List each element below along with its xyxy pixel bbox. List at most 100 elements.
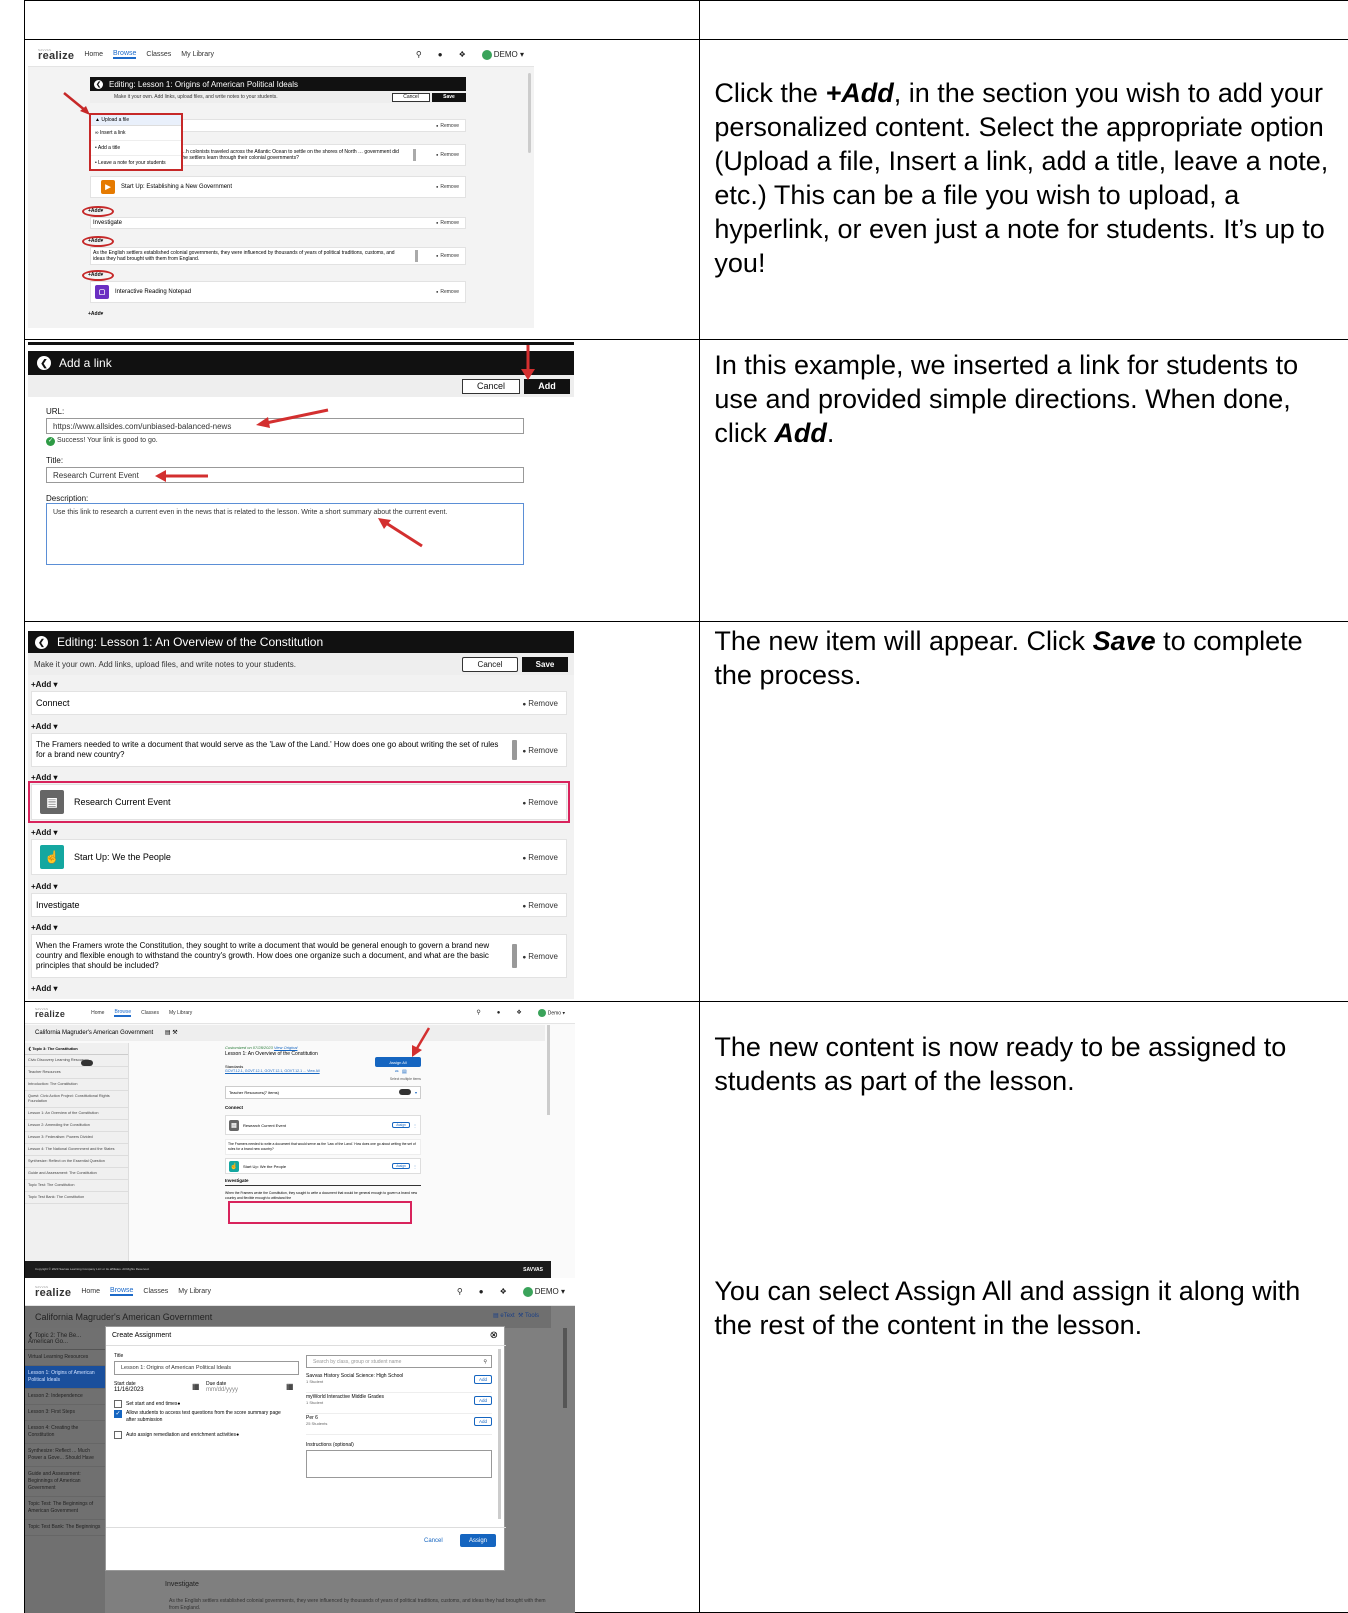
add-menu-trigger[interactable]: +Add ▾ bbox=[31, 722, 57, 731]
calendar-icon[interactable]: ▦ bbox=[286, 1382, 294, 1391]
tools-link[interactable]: ⚒ Tools bbox=[518, 1313, 539, 1319]
sidebar-item[interactable]: Virtual Learning Resources bbox=[25, 1350, 105, 1366]
remove-button[interactable]: Remove bbox=[522, 901, 558, 910]
sidebar-item[interactable]: Lesson 2: Amending the Constitution bbox=[25, 1120, 128, 1132]
standards-links[interactable]: GOVT.12.1, GOVT.12.1, GOVT.12.1, GOVT.12… bbox=[225, 1069, 421, 1073]
sidebar-item[interactable]: Guide and Assessment: The Constitution bbox=[25, 1168, 128, 1180]
menu-upload-file[interactable]: ▲ Upload a file bbox=[91, 115, 181, 126]
topic-header[interactable]: ❮ Topic 3: The Constitution bbox=[25, 1043, 128, 1055]
checkbox-auto-assign[interactable]: Auto assign remediation and enrichment a… bbox=[114, 1431, 239, 1439]
remove-button[interactable]: Remove bbox=[436, 253, 459, 259]
bell-icon[interactable]: ● bbox=[479, 1287, 484, 1296]
remove-button[interactable]: Remove bbox=[522, 699, 558, 708]
cancel-button[interactable]: Cancel bbox=[392, 93, 430, 102]
nav-classes[interactable]: Classes bbox=[141, 1010, 159, 1016]
add-menu-trigger[interactable]: +Add ▾ bbox=[31, 984, 57, 993]
sidebar-item[interactable]: Lesson 1: An Overview of the Constitutio… bbox=[25, 1108, 128, 1120]
cancel-button[interactable]: Cancel bbox=[462, 657, 518, 672]
nav-browse[interactable]: Browse bbox=[114, 1009, 131, 1017]
add-class-button[interactable]: Add bbox=[474, 1375, 492, 1384]
sidebar-item[interactable]: Topic Test Bank: The Beginnings bbox=[25, 1520, 105, 1536]
menu-insert-link[interactable]: ∞ Insert a link bbox=[91, 126, 181, 141]
book-icon[interactable]: ▤ bbox=[165, 1030, 171, 1036]
menu-leave-note[interactable]: • Leave a note for your students bbox=[91, 156, 181, 170]
instructions-textarea[interactable] bbox=[306, 1450, 492, 1478]
add-class-button[interactable]: Add bbox=[474, 1396, 492, 1405]
nav-classes[interactable]: Classes bbox=[146, 51, 171, 58]
sidebar-item[interactable]: Lesson 4: Creating the Constitution bbox=[25, 1421, 105, 1444]
search-icon[interactable]: ⚲ bbox=[476, 1009, 480, 1016]
remove-button[interactable]: Remove bbox=[522, 952, 558, 961]
scrollbar[interactable] bbox=[528, 73, 531, 153]
sidebar-item[interactable]: Civic Discovery Learning Resources bbox=[25, 1055, 128, 1067]
user-menu[interactable]: DEMO ▾ bbox=[523, 1287, 565, 1297]
back-icon[interactable]: ❮ bbox=[35, 636, 48, 649]
close-icon[interactable]: ⊗ bbox=[490, 1330, 498, 1341]
nav-home[interactable]: Home bbox=[91, 1010, 104, 1016]
class-search-input[interactable]: Search by class, group or student name⚲ bbox=[306, 1355, 492, 1368]
nav-home[interactable]: Home bbox=[81, 1288, 100, 1295]
sidebar-item[interactable]: Topic Test: The Constitution bbox=[25, 1180, 128, 1192]
save-button[interactable]: Save bbox=[432, 93, 466, 102]
scrollbar[interactable] bbox=[498, 1349, 501, 1519]
due-date-field[interactable]: mm/dd/yyyy bbox=[206, 1387, 238, 1393]
start-date-field[interactable]: 11/16/2023 bbox=[114, 1387, 144, 1393]
more-icon[interactable]: ⋮ bbox=[413, 1164, 417, 1169]
remove-button[interactable]: Remove bbox=[522, 853, 558, 862]
sidebar-item[interactable]: Lesson 3: Federalism: Powers Divided bbox=[25, 1132, 128, 1144]
nav-classes[interactable]: Classes bbox=[143, 1288, 168, 1295]
nav-browse[interactable]: Browse bbox=[113, 50, 136, 59]
sidebar-item[interactable]: Topic Test: The Beginnings of American G… bbox=[25, 1497, 105, 1520]
back-icon[interactable]: ❮ bbox=[94, 80, 103, 89]
more-icon[interactable]: ⋮ bbox=[413, 1123, 417, 1128]
assign-button[interactable]: Assign bbox=[460, 1534, 496, 1547]
remove-button[interactable]: Remove bbox=[436, 152, 459, 158]
toggle[interactable] bbox=[399, 1089, 411, 1095]
nav-my-library[interactable]: My Library bbox=[178, 1288, 211, 1295]
remove-button[interactable]: Remove bbox=[522, 746, 558, 755]
add-menu-trigger[interactable]: +Add ▾ bbox=[31, 882, 57, 891]
remove-button[interactable]: Remove bbox=[436, 289, 459, 295]
assign-button[interactable]: Assign bbox=[392, 1122, 410, 1128]
remove-button[interactable]: Remove bbox=[436, 123, 459, 129]
assign-button[interactable]: Assign bbox=[392, 1163, 410, 1169]
sidebar-item[interactable]: Synthesize: Reflect ... Much Power a Gov… bbox=[25, 1444, 105, 1467]
add-menu-trigger[interactable]: +Add▾ bbox=[88, 311, 103, 317]
wrench-icon[interactable]: ⚒ bbox=[172, 1030, 177, 1036]
sidebar-item[interactable]: Introduction: The Constitution bbox=[25, 1079, 128, 1091]
sidebar-item[interactable]: Guide and Assessment: Beginnings of Amer… bbox=[25, 1467, 105, 1497]
nav-my-library[interactable]: My Library bbox=[181, 51, 214, 58]
bell-icon[interactable]: ● bbox=[497, 1010, 501, 1016]
title-field[interactable]: Research Current Event bbox=[46, 467, 524, 483]
add-menu-trigger[interactable]: +Add ▾ bbox=[31, 828, 57, 837]
user-menu[interactable]: DEMO ▾ bbox=[482, 50, 524, 60]
toggle[interactable] bbox=[81, 1060, 93, 1066]
search-icon[interactable]: ⚲ bbox=[416, 50, 422, 59]
help-icon[interactable]: ❖ bbox=[459, 50, 466, 59]
etext-link[interactable]: ▤ eText bbox=[493, 1313, 515, 1319]
topic-header[interactable]: ❮ Topic 2: The Be... American Go... bbox=[25, 1328, 105, 1350]
help-icon[interactable]: ❖ bbox=[500, 1287, 507, 1296]
save-button[interactable]: Save bbox=[522, 657, 568, 672]
description-field[interactable]: Use this link to research a current even… bbox=[46, 503, 524, 565]
calendar-icon[interactable]: ▦ bbox=[192, 1382, 200, 1391]
sidebar-item[interactable]: Synthesize: Reflect on the Essential Que… bbox=[25, 1156, 128, 1168]
back-icon[interactable]: ❮ bbox=[37, 356, 51, 370]
sidebar-item[interactable]: Lesson 1: Origins of American Political … bbox=[25, 1366, 105, 1389]
nav-browse[interactable]: Browse bbox=[110, 1287, 133, 1296]
menu-add-title[interactable]: • Add a title bbox=[91, 141, 181, 156]
icon-pair[interactable]: ✏ ▤ bbox=[395, 1069, 407, 1075]
sidebar-item[interactable]: Quest: Civic Action Project: Constitutio… bbox=[25, 1091, 128, 1108]
cancel-button[interactable]: Cancel bbox=[462, 379, 520, 394]
scrollbar[interactable] bbox=[563, 1328, 567, 1408]
remove-button[interactable]: Remove bbox=[436, 184, 459, 190]
user-menu[interactable]: Demo ▾ bbox=[538, 1009, 565, 1017]
bell-icon[interactable]: ● bbox=[438, 50, 443, 59]
remove-button[interactable]: Remove bbox=[436, 220, 459, 226]
checkbox-allow-access[interactable]: ✓Allow students to access test questions… bbox=[114, 1410, 284, 1424]
scrollbar[interactable] bbox=[547, 1025, 550, 1115]
view-original-link[interactable]: View Original bbox=[274, 1045, 298, 1050]
sidebar-item[interactable]: Topic Test Bank: The Constitution bbox=[25, 1192, 128, 1204]
cancel-button[interactable]: Cancel bbox=[424, 1538, 443, 1544]
sidebar-item[interactable]: Lesson 4: The National Government and th… bbox=[25, 1144, 128, 1156]
